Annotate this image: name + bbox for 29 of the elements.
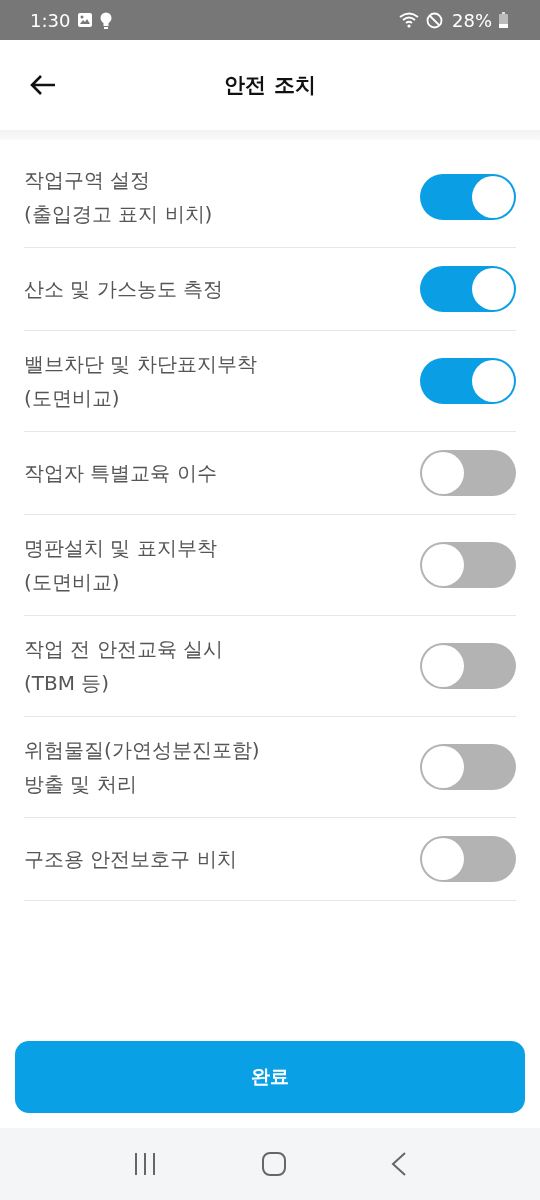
back-arrow-icon[interactable] xyxy=(30,74,56,96)
image-icon xyxy=(77,12,94,28)
wifi-icon xyxy=(399,12,419,28)
battery-percent: 28% xyxy=(452,9,492,31)
item-label: 작업자 특별교육 이수 xyxy=(24,460,217,487)
page-title: 안전 조치 xyxy=(224,72,316,99)
item-label: 산소 및 가스농도 측정 xyxy=(24,276,224,303)
item-label: 명판설치 및 표지부착 (도면비교) xyxy=(24,535,217,596)
battery-icon xyxy=(499,12,508,28)
toggle-switch[interactable] xyxy=(420,174,516,220)
item-label: 구조용 안전보호구 비치 xyxy=(24,846,237,873)
toggle-switch[interactable] xyxy=(420,744,516,790)
item-label: 위험물질(가연성분진포함) 방출 및 처리 xyxy=(24,737,260,798)
do-not-disturb-icon xyxy=(426,11,443,29)
recent-apps-icon[interactable] xyxy=(132,1152,157,1176)
home-icon[interactable] xyxy=(262,1152,286,1176)
toggle-switch[interactable] xyxy=(420,643,516,689)
toggle-switch[interactable] xyxy=(420,266,516,312)
toggle-switch[interactable] xyxy=(420,542,516,588)
item-label: 작업구역 설정 (출입경고 표지 비치) xyxy=(24,167,213,228)
item-label: 작업 전 안전교육 실시 (TBM 등) xyxy=(24,636,224,697)
back-icon[interactable] xyxy=(391,1152,408,1176)
bulb-icon xyxy=(100,11,113,29)
toggle-switch[interactable] xyxy=(420,358,516,404)
status-time: 1:30 xyxy=(30,9,71,31)
item-label: 밸브차단 및 차단표지부착 (도면비교) xyxy=(24,351,257,412)
toggle-switch[interactable] xyxy=(420,450,516,496)
toggle-switch[interactable] xyxy=(420,836,516,882)
done-button[interactable]: 완료 xyxy=(15,1041,525,1113)
